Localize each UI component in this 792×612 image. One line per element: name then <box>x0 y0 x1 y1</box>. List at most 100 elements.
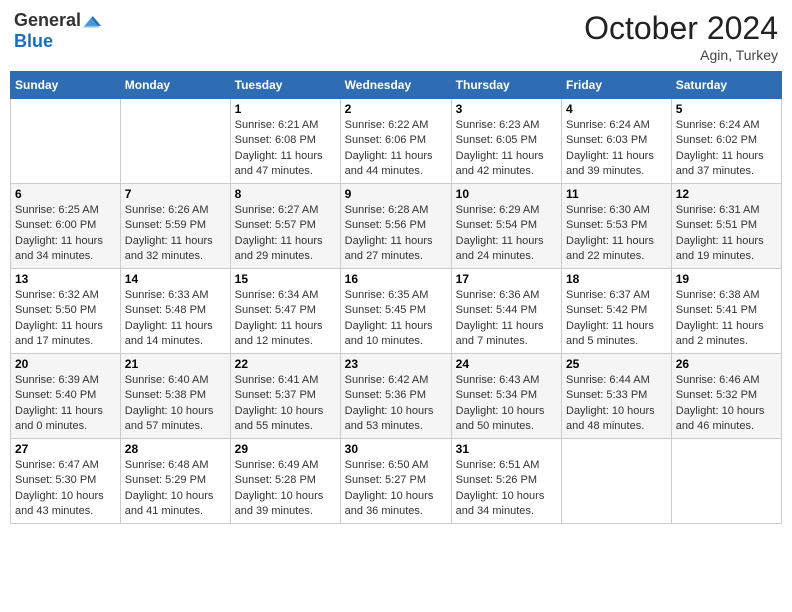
day-number: 19 <box>676 272 777 286</box>
calendar-cell <box>11 99 121 184</box>
header-sunday: Sunday <box>11 72 121 99</box>
day-number: 21 <box>125 357 226 371</box>
calendar-cell: 13Sunrise: 6:32 AMSunset: 5:50 PMDayligh… <box>11 269 121 354</box>
sunset-text: Sunset: 6:02 PM <box>676 134 757 146</box>
day-number: 12 <box>676 187 777 201</box>
sunrise-text: Sunrise: 6:24 AM <box>566 119 650 131</box>
day-number: 31 <box>456 442 557 456</box>
daylight-text: Daylight: 11 hours and 44 minutes. <box>345 150 433 177</box>
calendar-cell: 15Sunrise: 6:34 AMSunset: 5:47 PMDayligh… <box>230 269 340 354</box>
day-number: 1 <box>235 102 336 116</box>
header-friday: Friday <box>562 72 672 99</box>
calendar-cell: 6Sunrise: 6:25 AMSunset: 6:00 PMDaylight… <box>11 184 121 269</box>
week-row-1: 1Sunrise: 6:21 AMSunset: 6:08 PMDaylight… <box>11 99 782 184</box>
daylight-text: Daylight: 11 hours and 39 minutes. <box>566 150 654 177</box>
calendar-cell: 3Sunrise: 6:23 AMSunset: 6:05 PMDaylight… <box>451 99 561 184</box>
cell-info: Sunrise: 6:31 AMSunset: 5:51 PMDaylight:… <box>676 203 777 265</box>
cell-info: Sunrise: 6:41 AMSunset: 5:37 PMDaylight:… <box>235 373 336 435</box>
calendar-cell <box>562 439 672 524</box>
cell-info: Sunrise: 6:35 AMSunset: 5:45 PMDaylight:… <box>345 288 447 350</box>
sunset-text: Sunset: 5:28 PM <box>235 474 316 486</box>
sunrise-text: Sunrise: 6:37 AM <box>566 289 650 301</box>
sunrise-text: Sunrise: 6:28 AM <box>345 204 429 216</box>
sunrise-text: Sunrise: 6:30 AM <box>566 204 650 216</box>
calendar-cell: 27 Sunrise: 6:47 AMSunset: 5:30 PMDayligh… <box>11 439 121 524</box>
daylight-text: Daylight: 11 hours and 7 minutes. <box>456 320 544 347</box>
cell-info: Sunrise: 6:43 AMSunset: 5:34 PMDaylight:… <box>456 373 557 435</box>
cell-info: Sunrise: 6:39 AMSunset: 5:40 PMDaylight:… <box>15 373 116 435</box>
calendar-cell: 18Sunrise: 6:37 AMSunset: 5:42 PMDayligh… <box>562 269 672 354</box>
cell-info: Sunrise: 6:26 AM Sunset: 5:59 PM Daylight:… <box>125 203 226 265</box>
cell-info: Sunrise: 6:44 AMSunset: 5:33 PMDaylight:… <box>566 373 667 435</box>
sunset-text: Sunset: 5:32 PM <box>676 389 757 401</box>
daylight-text: Daylight: 10 hours and 39 minutes. <box>235 490 324 517</box>
calendar-cell: 16Sunrise: 6:35 AMSunset: 5:45 PMDayligh… <box>340 269 451 354</box>
sunrise-text: Sunrise: 6:26 AM <box>125 204 209 216</box>
calendar-table: SundayMondayTuesdayWednesdayThursdayFrid… <box>10 71 782 524</box>
sunrise-text: Sunrise: 6:51 AM <box>456 459 540 471</box>
calendar-cell: 10Sunrise: 6:29 AMSunset: 5:54 PMDayligh… <box>451 184 561 269</box>
daylight-text: Daylight: 11 hours and 32 minutes. <box>125 235 213 262</box>
cell-info: Sunrise: 6:51 AMSunset: 5:26 PMDaylight:… <box>456 458 557 520</box>
calendar-cell: 4Sunrise: 6:24 AMSunset: 6:03 PMDaylight… <box>562 99 672 184</box>
day-number: 24 <box>456 357 557 371</box>
sunset-text: Sunset: 6:06 PM <box>345 134 426 146</box>
sunrise-text: Sunrise: 6:34 AM <box>235 289 319 301</box>
daylight-text: Daylight: 11 hours and 2 minutes. <box>676 320 764 347</box>
daylight-text: Daylight: 10 hours and 55 minutes. <box>235 405 324 432</box>
sunrise-text: Sunrise: 6:35 AM <box>345 289 429 301</box>
sunrise-text: Sunrise: 6:46 AM <box>676 374 760 386</box>
calendar-cell: 26Sunrise: 6:46 AMSunset: 5:32 PMDayligh… <box>671 354 781 439</box>
sunset-text: Sunset: 5:38 PM <box>125 389 206 401</box>
cell-info: Sunrise: 6:48 AMSunset: 5:29 PMDaylight:… <box>125 458 226 520</box>
page-header: General Blue October 2024 Agin, Turkey <box>10 10 782 63</box>
cell-info: Sunrise: 6:24 AMSunset: 6:02 PMDaylight:… <box>676 118 777 180</box>
day-number: 23 <box>345 357 447 371</box>
cell-info: Sunrise: 6:32 AMSunset: 5:50 PMDaylight:… <box>15 288 116 350</box>
daylight-text: Daylight: 11 hours and 12 minutes. <box>235 320 323 347</box>
day-number: 28 <box>125 442 226 456</box>
daylight-text: Daylight: 11 hours and 22 minutes. <box>566 235 654 262</box>
sunrise-text: Sunrise: 6:47 AM <box>15 459 99 471</box>
daylight-text: Daylight: 11 hours and 34 minutes. <box>15 235 103 262</box>
logo-icon <box>83 14 101 28</box>
header-saturday: Saturday <box>671 72 781 99</box>
daylight-text: Daylight: 11 hours and 47 minutes. <box>235 150 323 177</box>
daylight-text: Daylight: 11 hours and 42 minutes. <box>456 150 544 177</box>
cell-info: Sunrise: 6:24 AMSunset: 6:03 PMDaylight:… <box>566 118 667 180</box>
sunrise-text: Sunrise: 6:42 AM <box>345 374 429 386</box>
day-number: 27 <box>15 442 116 456</box>
cell-info: Sunrise: 6:49 AMSunset: 5:28 PMDaylight:… <box>235 458 336 520</box>
day-number: 9 <box>345 187 447 201</box>
sunset-text: Sunset: 6:05 PM <box>456 134 537 146</box>
calendar-cell: 21 Sunrise: 6:40 AMSunset: 5:38 PMDayligh… <box>120 354 230 439</box>
title-area: October 2024 Agin, Turkey <box>584 10 778 63</box>
calendar-cell: 11Sunrise: 6:30 AMSunset: 5:53 PMDayligh… <box>562 184 672 269</box>
sunset-text: Sunset: 5:59 PM <box>125 219 206 231</box>
calendar-cell: 5Sunrise: 6:24 AMSunset: 6:02 PMDaylight… <box>671 99 781 184</box>
sunset-text: Sunset: 5:50 PM <box>15 304 96 316</box>
cell-info: Sunrise: 6:38 AMSunset: 5:41 PMDaylight:… <box>676 288 777 350</box>
daylight-text: Daylight: 11 hours and 37 minutes. <box>676 150 764 177</box>
sunset-text: Sunset: 5:33 PM <box>566 389 647 401</box>
sunrise-text: Sunrise: 6:33 AM <box>125 289 209 301</box>
cell-info: Sunrise: 6:40 AMSunset: 5:38 PMDaylight:… <box>125 373 226 435</box>
day-number: 20 <box>15 357 116 371</box>
sunrise-text: Sunrise: 6:21 AM <box>235 119 319 131</box>
logo: General Blue <box>14 10 101 52</box>
day-number: 26 <box>676 357 777 371</box>
sunset-text: Sunset: 5:47 PM <box>235 304 316 316</box>
cell-info: Sunrise: 6:37 AMSunset: 5:42 PMDaylight:… <box>566 288 667 350</box>
cell-info: Sunrise: 6:47 AMSunset: 5:30 PMDaylight:… <box>15 458 116 520</box>
cell-info: Sunrise: 6:46 AMSunset: 5:32 PMDaylight:… <box>676 373 777 435</box>
daylight-text: Daylight: 11 hours and 0 minutes. <box>15 405 103 432</box>
header-monday: Monday <box>120 72 230 99</box>
sunrise-text: Sunrise: 6:36 AM <box>456 289 540 301</box>
calendar-cell: 1Sunrise: 6:21 AMSunset: 6:08 PMDaylight… <box>230 99 340 184</box>
calendar-header-row: SundayMondayTuesdayWednesdayThursdayFrid… <box>11 72 782 99</box>
sunset-text: Sunset: 5:40 PM <box>15 389 96 401</box>
sunrise-text: Sunrise: 6:38 AM <box>676 289 760 301</box>
sunrise-text: Sunrise: 6:50 AM <box>345 459 429 471</box>
week-row-5: 27 Sunrise: 6:47 AMSunset: 5:30 PMDayligh… <box>11 439 782 524</box>
calendar-cell: 29Sunrise: 6:49 AMSunset: 5:28 PMDayligh… <box>230 439 340 524</box>
